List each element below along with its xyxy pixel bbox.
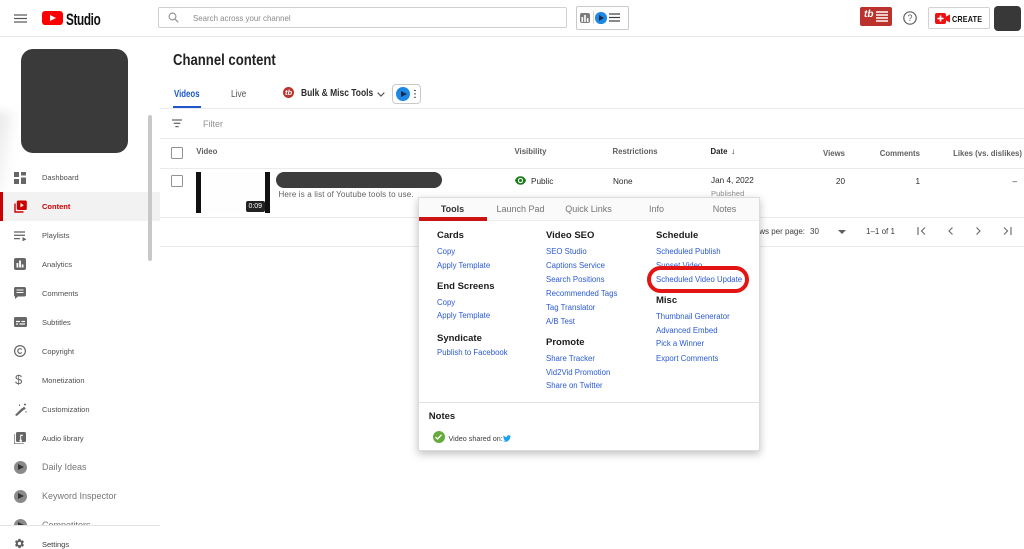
svg-text:?: ? (907, 13, 912, 23)
